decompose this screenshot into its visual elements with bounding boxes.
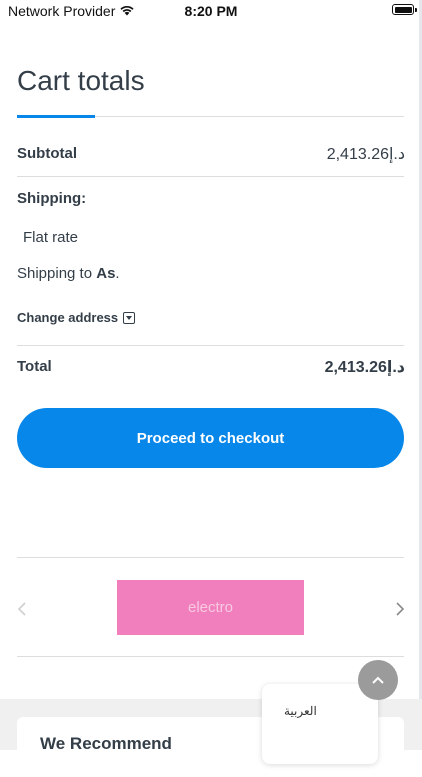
change-address-label: Change address: [17, 310, 119, 325]
shipping-divider: [17, 345, 404, 346]
chevron-up-icon: [372, 676, 384, 684]
chevron-left-icon: [18, 602, 26, 616]
battery-icon: [392, 4, 417, 15]
carousel-next-button[interactable]: [392, 599, 408, 619]
carousel-top-divider: [17, 557, 404, 558]
chevron-right-icon: [396, 602, 404, 616]
subtotal-divider: [17, 176, 404, 177]
brand-name: electro: [187, 599, 234, 616]
shipping-to-prefix: Shipping to: [17, 265, 97, 282]
shipping-label: Shipping:: [17, 190, 87, 207]
shipping-to-place: As: [96, 265, 116, 282]
carousel-prev-button[interactable]: [14, 599, 30, 619]
total-label: Total: [17, 358, 52, 375]
title-accent-bar: [17, 115, 95, 118]
proceed-to-checkout-button[interactable]: Proceed to checkout: [17, 408, 404, 468]
shipping-to-suffix: .: [115, 265, 120, 282]
subtotal-value: 2,413.26د.إ: [326, 146, 405, 163]
scroll-to-top-button[interactable]: [358, 660, 398, 700]
brand-logo-electro[interactable]: electro: [117, 580, 304, 635]
shipping-destination: Shipping to As.: [17, 265, 120, 282]
caret-down-icon: [123, 311, 136, 324]
language-switcher[interactable]: العربية: [262, 684, 378, 764]
language-option-arabic[interactable]: العربية: [284, 704, 317, 718]
status-bar: Network Provider 8:20 PM: [0, 0, 422, 26]
change-address-link[interactable]: Change address: [17, 310, 136, 325]
shipping-method: Flat rate: [23, 229, 79, 246]
recommend-title: We Recommend: [40, 734, 172, 753]
total-value: 2,413.26د.إ: [324, 359, 405, 376]
subtotal-label: Subtotal: [17, 145, 77, 162]
status-time: 8:20 PM: [184, 3, 238, 19]
carousel-bottom-divider: [17, 656, 404, 657]
page-title: Cart totals: [17, 65, 145, 96]
